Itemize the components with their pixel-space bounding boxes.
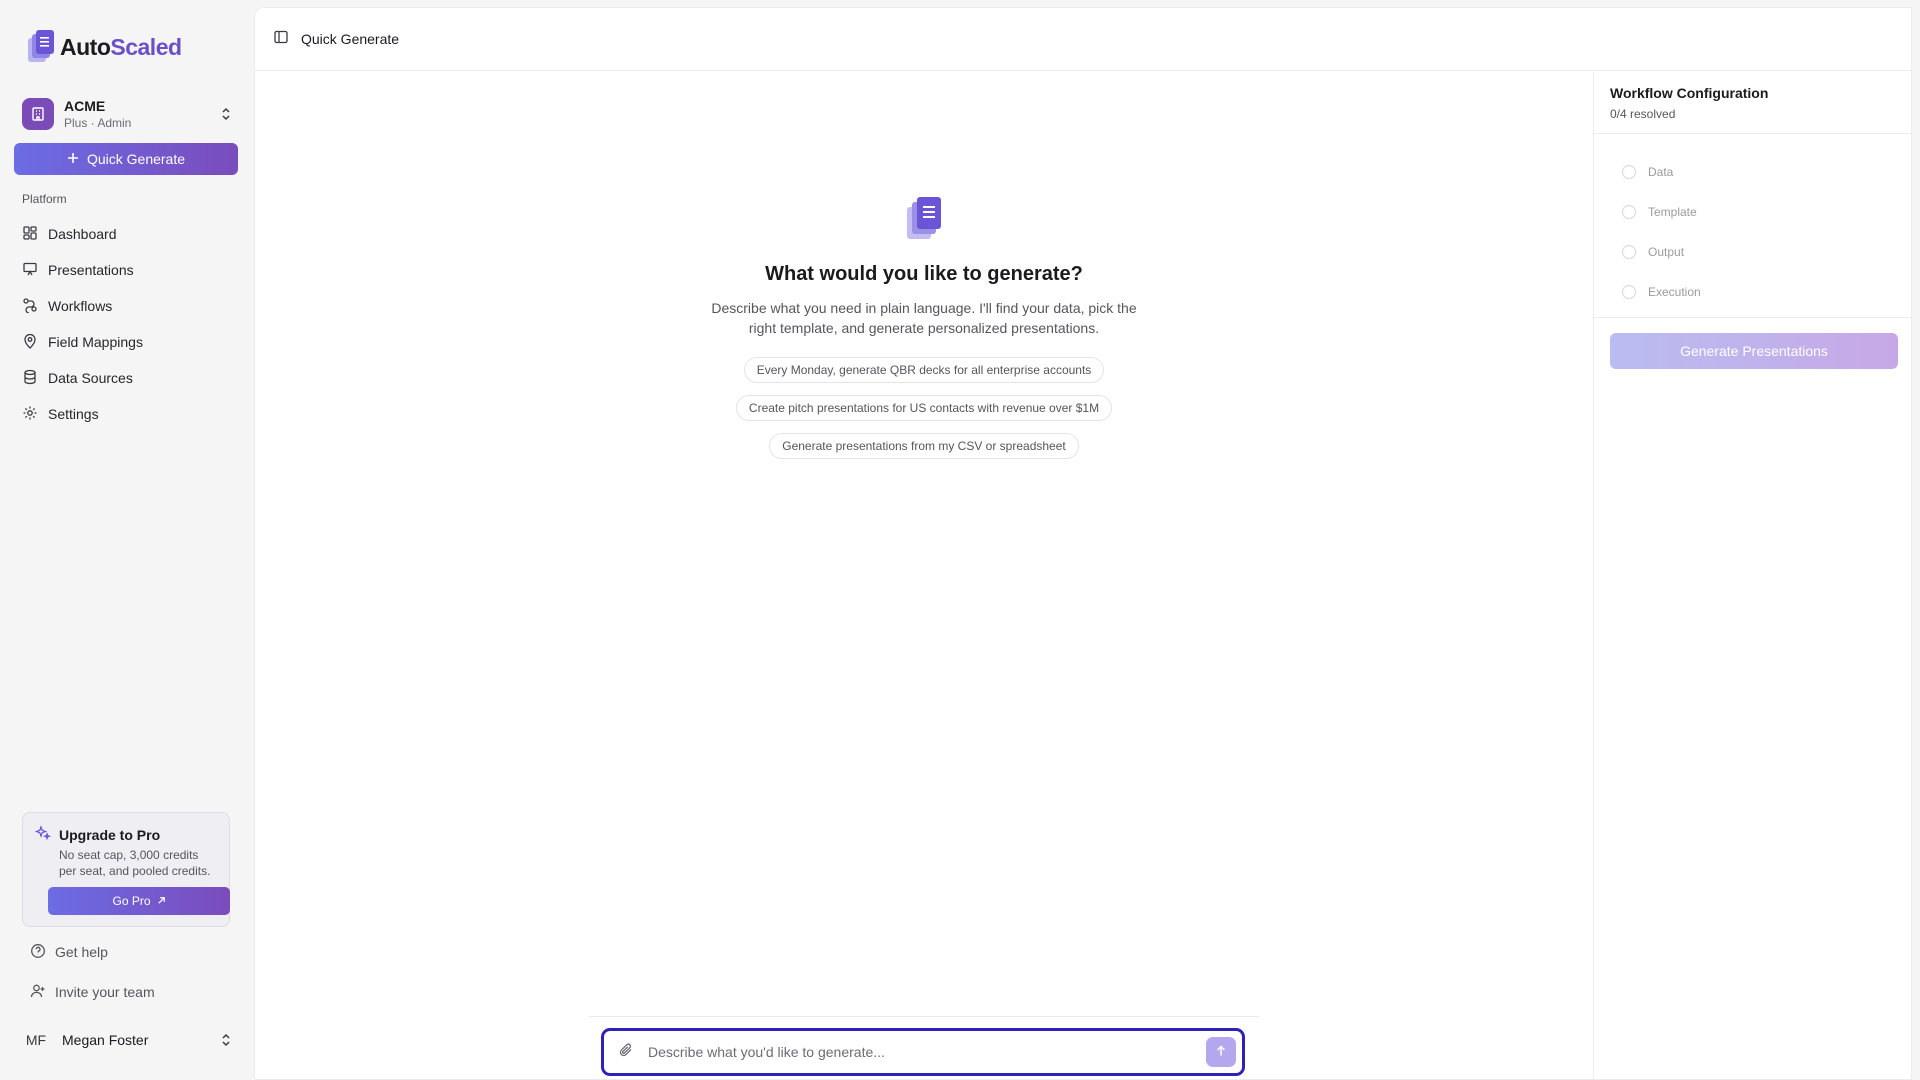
config-step-output: Output (1622, 232, 1912, 272)
chevron-up-down-icon (218, 104, 234, 124)
arrow-up-right-icon (157, 894, 166, 908)
workspace-name: ACME (64, 98, 106, 114)
sidebar-item-label: Workflows (48, 298, 113, 314)
brand[interactable]: AutoScaled (28, 30, 182, 64)
user-name: Megan Foster (62, 1032, 149, 1048)
sidebar-item-label: Dashboard (48, 226, 117, 242)
go-pro-button[interactable]: Go Pro (48, 887, 230, 915)
document-stack-icon (907, 197, 941, 241)
config-step-data: Data (1622, 152, 1912, 192)
sidebar-item-data-sources[interactable]: Data Sources (14, 360, 238, 396)
top-bar: Quick Generate (255, 8, 1911, 71)
sidebar-item-field-mappings[interactable]: Field Mappings (14, 324, 238, 360)
get-help-label: Get help (55, 944, 108, 960)
avatar: MF (25, 1032, 47, 1048)
paperclip-icon[interactable] (618, 1042, 634, 1063)
sidebar-item-label: Data Sources (48, 370, 133, 386)
grid-icon (22, 225, 38, 244)
step-label: Execution (1648, 285, 1701, 299)
sidebar-item-workflows[interactable]: Workflows (14, 288, 238, 324)
page-title: Quick Generate (301, 31, 400, 47)
workflow-config-panel: Workflow Configuration 0/4 resolved Data… (1593, 72, 1912, 1080)
help-circle-icon (30, 943, 46, 962)
get-help-link[interactable]: Get help (30, 940, 108, 964)
brand-name: AutoScaled (60, 34, 182, 61)
sidebar-item-settings[interactable]: Settings (14, 396, 238, 432)
sidebar-item-label: Presentations (48, 262, 134, 278)
generate-presentations-button[interactable]: Generate Presentations (1610, 333, 1898, 369)
status-circle-icon (1622, 205, 1636, 219)
autoscaled-logo-icon (28, 30, 54, 64)
section-label-platform: Platform (22, 192, 67, 206)
status-circle-icon (1622, 285, 1636, 299)
gear-icon (22, 405, 38, 424)
sparkles-icon (34, 825, 52, 844)
building-icon (22, 98, 54, 130)
sidebar-item-label: Field Mappings (48, 334, 143, 350)
workspace-plan: Plus · Admin (64, 116, 132, 130)
invite-team-label: Invite your team (55, 984, 155, 1000)
database-icon (22, 369, 38, 388)
suggestion-list: Every Monday, generate QBR decks for all… (255, 357, 1593, 471)
config-step-execution: Execution (1622, 272, 1912, 312)
sidebar-nav: Dashboard Presentations Workflows Field … (14, 216, 238, 432)
workflow-icon (22, 297, 38, 316)
generate-heading: What would you like to generate? (765, 263, 1083, 285)
presentation-icon (22, 261, 38, 280)
user-menu[interactable]: MF Megan Foster (22, 1024, 234, 1056)
invite-team-link[interactable]: Invite your team (30, 980, 155, 1004)
step-label: Output (1648, 245, 1685, 259)
quick-generate-label: Quick Generate (86, 151, 186, 167)
arrow-up-icon (1215, 1044, 1227, 1060)
plus-icon (67, 151, 79, 167)
step-label: Template (1648, 205, 1697, 219)
prompt-input[interactable] (648, 1044, 1192, 1060)
suggestion-chip[interactable]: Create pitch presentations for US contac… (735, 395, 1113, 421)
sidebar-item-dashboard[interactable]: Dashboard (14, 216, 238, 252)
prompt-composer (601, 1028, 1245, 1076)
quick-generate-button[interactable]: Quick Generate (14, 143, 238, 175)
suggestion-chip[interactable]: Generate presentations from my CSV or sp… (769, 433, 1079, 459)
step-label: Data (1648, 165, 1674, 179)
composer-divider (589, 1016, 1259, 1017)
status-circle-icon (1622, 165, 1636, 179)
brand-name-part1: Auto (60, 33, 111, 60)
generate-area: What would you like to generate? Describ… (255, 72, 1593, 1080)
upgrade-card: Upgrade to Pro No seat cap, 3,000 credit… (22, 812, 230, 927)
config-title: Workflow Configuration (1610, 85, 1769, 101)
suggestion-chip[interactable]: Every Monday, generate QBR decks for all… (743, 357, 1105, 383)
config-steps: Data Template Output Execution (1594, 134, 1912, 318)
go-pro-label: Go Pro (112, 894, 151, 908)
workspace-switcher[interactable]: ACME Plus · Admin (22, 94, 234, 134)
upgrade-title: Upgrade to Pro (59, 826, 161, 843)
config-status: 0/4 resolved (1610, 107, 1676, 121)
map-pin-icon (22, 333, 38, 352)
main-panel: Quick Generate What would you like to ge… (254, 7, 1912, 1080)
chevron-up-down-icon (218, 1030, 234, 1050)
brand-name-part2: Scaled (110, 33, 182, 60)
sidebar: AutoScaled ACME Plus · Admin Quick Gener… (0, 0, 254, 1080)
upgrade-description: No seat cap, 3,000 credits per seat, and… (59, 848, 211, 878)
user-plus-icon (30, 983, 46, 1002)
sidebar-toggle-icon[interactable] (273, 29, 289, 50)
sidebar-item-presentations[interactable]: Presentations (14, 252, 238, 288)
status-circle-icon (1622, 245, 1636, 259)
generate-description: Describe what you need in plain language… (711, 300, 1137, 336)
sidebar-item-label: Settings (48, 406, 99, 422)
send-button[interactable] (1206, 1037, 1236, 1067)
config-step-template: Template (1622, 192, 1912, 232)
